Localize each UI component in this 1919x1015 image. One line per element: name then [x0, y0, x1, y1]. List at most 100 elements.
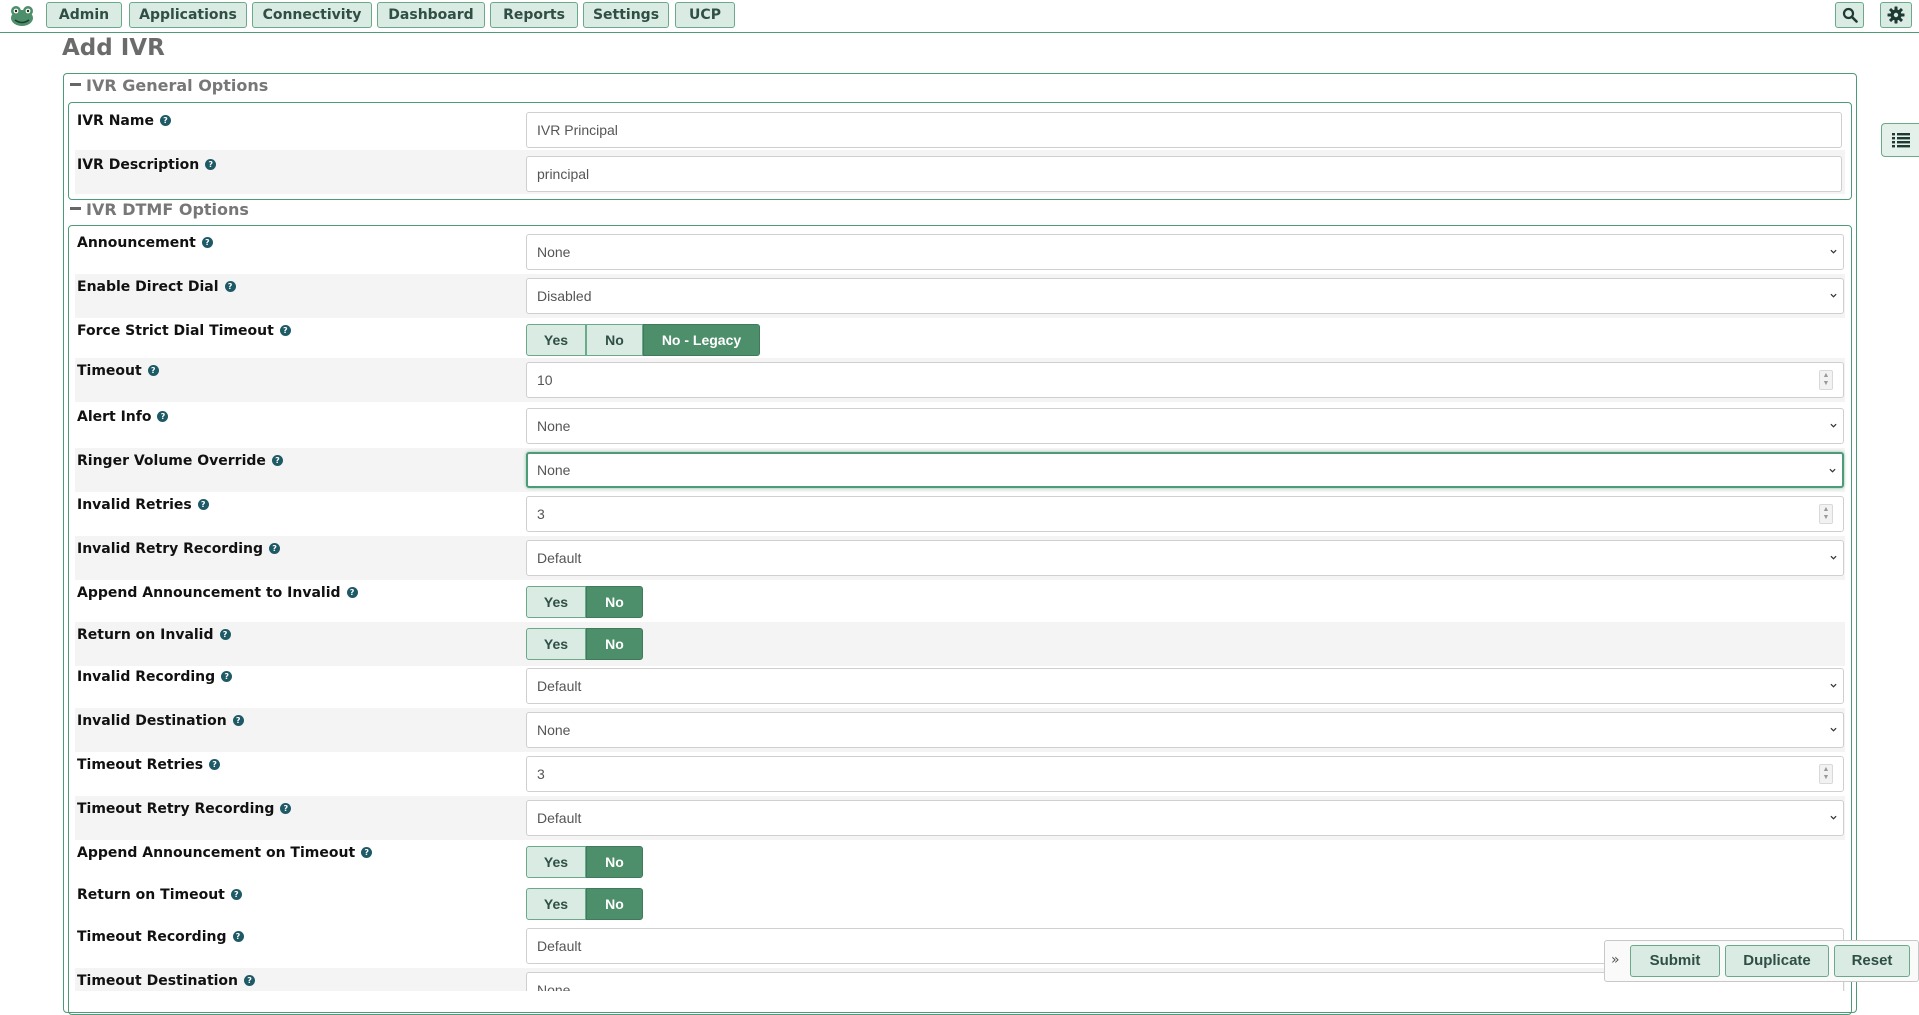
timeout-retry-recording-select[interactable]: Default — [526, 800, 1844, 836]
append-timeout-yes[interactable]: Yes — [526, 846, 586, 878]
collapse-icon — [70, 83, 81, 86]
timeout-input[interactable]: 10 ▲ ▼ — [526, 362, 1844, 398]
general-options-legend[interactable]: IVR General Options — [68, 76, 273, 95]
submit-button[interactable]: Submit — [1630, 945, 1720, 977]
return-timeout-no[interactable]: No — [586, 888, 643, 920]
nav-settings[interactable]: Settings — [583, 2, 669, 28]
invalid-destination-select[interactable]: None — [526, 712, 1844, 748]
number-spinner[interactable]: ▲ ▼ — [1819, 764, 1833, 784]
invalid-recording-value: Default — [537, 678, 582, 694]
invalid-retries-label: Invalid Retries? — [77, 497, 209, 513]
help-icon[interactable]: ? — [205, 158, 217, 170]
help-icon[interactable]: ? — [230, 888, 242, 900]
invalid-destination-label: Invalid Destination? — [77, 713, 244, 729]
alert-info-label: Alert Info? — [77, 409, 169, 425]
strict-timeout-no[interactable]: No — [586, 324, 643, 356]
frog-logo-icon[interactable] — [9, 3, 35, 29]
invalid-recording-select[interactable]: Default — [526, 668, 1844, 704]
help-icon[interactable]: ? — [197, 498, 209, 510]
return-invalid-row: Return on Invalid? Yes No — [75, 622, 1845, 666]
gear-icon — [1887, 6, 1905, 24]
return-invalid-no[interactable]: No — [586, 628, 643, 660]
invalid-retries-input[interactable]: 3 ▲ ▼ — [526, 496, 1844, 532]
nav-admin[interactable]: Admin — [46, 2, 122, 28]
direct-dial-row: Enable Direct Dial? Disabled — [75, 274, 1845, 318]
timeout-retries-label: Timeout Retries? — [77, 757, 221, 773]
chevron-down-icon — [1830, 683, 1837, 688]
ivr-description-input[interactable]: principal — [526, 156, 1842, 192]
nav-ucp[interactable]: UCP — [675, 2, 735, 28]
alert-info-value: None — [537, 418, 571, 434]
reset-button[interactable]: Reset — [1834, 945, 1910, 977]
double-chevron-right-icon[interactable]: » — [1611, 953, 1620, 967]
ringer-volume-select[interactable]: None — [526, 452, 1844, 488]
append-timeout-no[interactable]: No — [586, 846, 643, 878]
search-icon — [1842, 7, 1858, 23]
chevron-down-icon — [1830, 293, 1837, 298]
help-icon[interactable]: ? — [219, 628, 231, 640]
help-icon[interactable]: ? — [147, 364, 159, 376]
invalid-retry-recording-value: Default — [537, 550, 582, 566]
invalid-retry-recording-row: Invalid Retry Recording? Default — [75, 536, 1845, 580]
help-icon[interactable]: ? — [271, 454, 283, 466]
dtmf-options-legend[interactable]: IVR DTMF Options — [68, 201, 253, 219]
timeout-value: 10 — [537, 372, 553, 388]
ivr-name-label: IVR Name? — [77, 113, 171, 129]
help-icon[interactable]: ? — [224, 280, 236, 292]
collapse-icon — [70, 207, 81, 210]
help-icon[interactable]: ? — [209, 758, 221, 770]
return-invalid-yes[interactable]: Yes — [526, 628, 586, 660]
nav-reports[interactable]: Reports — [490, 2, 578, 28]
timeout-destination-label: Timeout Destination? — [77, 973, 256, 989]
settings-button[interactable] — [1880, 2, 1912, 28]
alert-info-row: Alert Info? None — [75, 404, 1845, 448]
help-icon[interactable]: ? — [269, 542, 281, 554]
direct-dial-label: Enable Direct Dial? — [77, 279, 236, 295]
help-icon[interactable]: ? — [361, 846, 373, 858]
general-options-title: IVR General Options — [86, 76, 269, 95]
nav-applications[interactable]: Applications — [129, 2, 247, 28]
append-timeout-row: Append Announcement on Timeout? Yes No — [75, 840, 1845, 884]
search-button[interactable] — [1835, 2, 1864, 28]
chevron-down-icon — [1830, 555, 1837, 560]
timeout-retry-recording-value: Default — [537, 810, 582, 826]
timeout-retries-input[interactable]: 3 ▲ ▼ — [526, 756, 1844, 792]
help-icon[interactable]: ? — [201, 236, 213, 248]
strict-timeout-no-legacy[interactable]: No - Legacy — [643, 324, 760, 356]
help-icon[interactable]: ? — [232, 930, 244, 942]
duplicate-button[interactable]: Duplicate — [1725, 945, 1829, 977]
nav-dashboard[interactable]: Dashboard — [377, 2, 485, 28]
number-spinner[interactable]: ▲ ▼ — [1819, 370, 1833, 390]
help-icon[interactable]: ? — [244, 974, 256, 986]
help-icon[interactable]: ? — [159, 114, 171, 126]
invalid-retry-recording-label: Invalid Retry Recording? — [77, 541, 281, 557]
ivr-name-row: IVR Name? IVR Principal — [75, 106, 1845, 150]
append-invalid-toggle: Yes No — [526, 586, 643, 620]
side-menu-tab[interactable] — [1881, 123, 1919, 157]
number-spinner[interactable]: ▲ ▼ — [1819, 504, 1833, 524]
action-bar: » Submit Duplicate Reset — [1604, 940, 1919, 982]
chevron-down-icon — [1830, 815, 1837, 820]
announcement-label: Announcement? — [77, 235, 213, 251]
direct-dial-select[interactable]: Disabled — [526, 278, 1844, 314]
invalid-retry-recording-select[interactable]: Default — [526, 540, 1844, 576]
help-icon[interactable]: ? — [280, 802, 292, 814]
help-icon[interactable]: ? — [232, 714, 244, 726]
nav-connectivity[interactable]: Connectivity — [252, 2, 372, 28]
chevron-down-icon — [1830, 423, 1837, 428]
ivr-name-input[interactable]: IVR Principal — [526, 112, 1842, 148]
list-icon — [1891, 133, 1910, 148]
help-icon[interactable]: ? — [346, 586, 358, 598]
help-icon[interactable]: ? — [279, 324, 291, 336]
announcement-select[interactable]: None — [526, 234, 1844, 270]
append-invalid-yes[interactable]: Yes — [526, 586, 586, 618]
timeout-recording-row: Timeout Recording? Default — [75, 924, 1845, 968]
help-icon[interactable]: ? — [157, 410, 169, 422]
append-invalid-no[interactable]: No — [586, 586, 643, 618]
strict-timeout-yes[interactable]: Yes — [526, 324, 586, 356]
return-timeout-row: Return on Timeout? Yes No — [75, 882, 1845, 926]
alert-info-select[interactable]: None — [526, 408, 1844, 444]
help-icon[interactable]: ? — [221, 670, 233, 682]
timeout-retries-row: Timeout Retries? 3 ▲ ▼ — [75, 752, 1845, 796]
return-timeout-yes[interactable]: Yes — [526, 888, 586, 920]
